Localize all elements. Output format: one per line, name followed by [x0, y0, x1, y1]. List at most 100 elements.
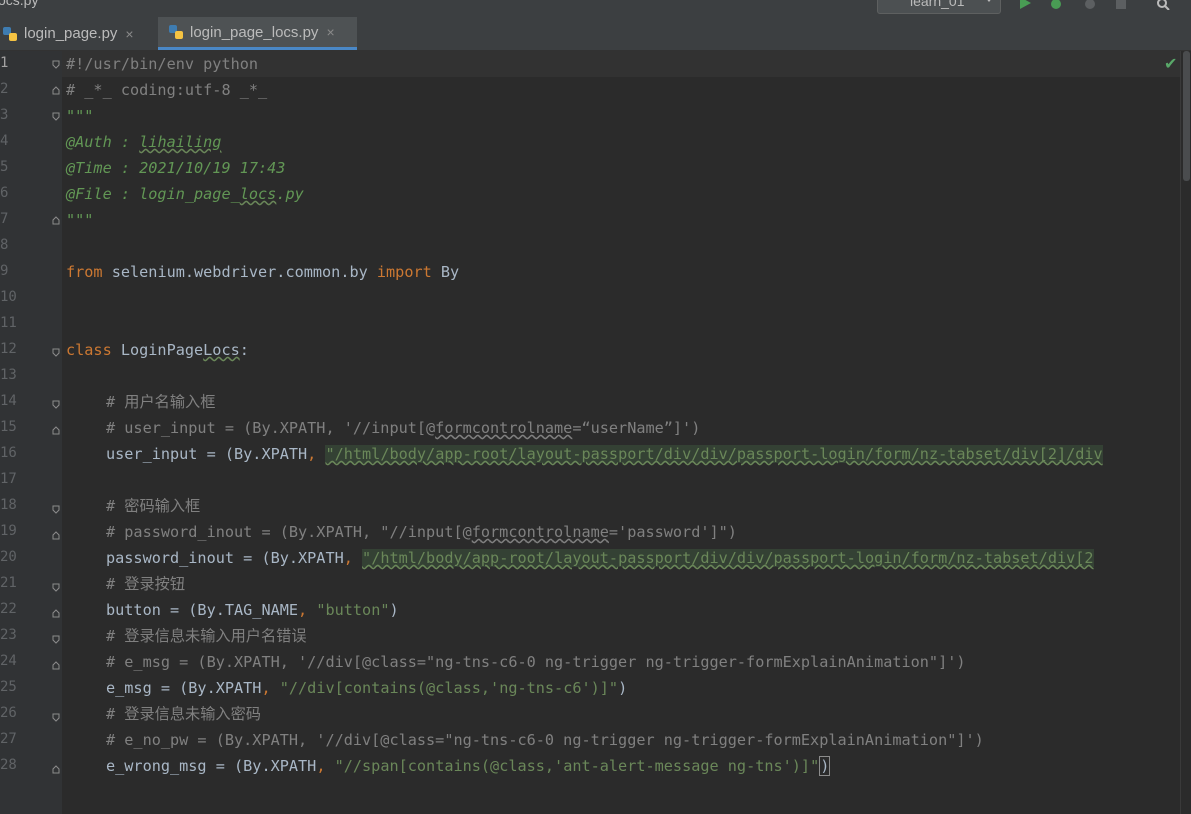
code-line[interactable]: # _*_ coding:utf-8 _*_ [66, 77, 267, 103]
string-literal: "//div[contains(@class,'ng-tns-c6')]" [279, 679, 619, 697]
tab-login-page[interactable]: login_page.py × [0, 17, 158, 50]
line-number: 3 [0, 107, 9, 123]
line-number: 18 [0, 497, 17, 513]
fold-marker-icon[interactable] [52, 713, 60, 722]
matched-bracket: ) [819, 756, 831, 776]
fold-marker-icon[interactable] [52, 661, 60, 670]
punctuation: , [307, 445, 326, 463]
code-line[interactable]: """ [66, 103, 93, 129]
search-icon[interactable] [1156, 0, 1170, 10]
line-number: 10 [0, 289, 17, 305]
string-literal: "button" [316, 601, 390, 619]
fold-marker-icon[interactable] [52, 583, 60, 592]
string-literal: "/html/body/app-root/layout-passport/div… [362, 549, 1094, 567]
line-number: 12 [0, 341, 17, 357]
chevron-down-icon [985, 0, 993, 2]
fold-marker-icon[interactable] [52, 765, 60, 774]
code-line[interactable]: from selenium.webdriver.common.by import… [66, 259, 459, 285]
code-line[interactable]: # password_inout = (By.XPATH, "//input[@… [106, 519, 737, 545]
run-icon[interactable] [1018, 0, 1032, 10]
code-line[interactable]: e_wrong_msg = (By.XPATH, "//span[contain… [106, 753, 831, 779]
code-line[interactable]: user_input = (By.XPATH, "/html/body/app-… [106, 441, 1103, 467]
tab-login-page-locs[interactable]: login_page_locs.py × [158, 17, 357, 50]
fold-marker-icon[interactable] [52, 635, 60, 644]
line-number: 26 [0, 705, 17, 721]
code-line[interactable]: # 登录按钮 [106, 571, 185, 597]
comment-text: =“userName”]') [572, 419, 701, 437]
line-number: 7 [0, 211, 9, 227]
fold-marker-icon[interactable] [52, 216, 60, 225]
line-number: 28 [0, 757, 17, 773]
keyword: class [66, 341, 112, 359]
code-line[interactable]: @File : login_page_locs.py [66, 181, 304, 207]
fold-marker-icon[interactable] [52, 348, 60, 357]
close-icon[interactable]: × [326, 24, 334, 40]
code-line[interactable]: # 登录信息未输入用户名错误 [106, 623, 307, 649]
code-line[interactable]: # e_msg = (By.XPATH, '//div[@class="ng-t… [106, 649, 966, 675]
code-line[interactable]: # 用户名输入框 [106, 389, 215, 415]
run-configuration-label: learn_01 [910, 0, 965, 9]
line-number: 19 [0, 523, 17, 539]
typo-word: formcontrolname [471, 523, 609, 541]
line-number: 9 [0, 263, 9, 279]
docstring-text: @File : login_page_ [66, 185, 240, 203]
run-configuration-select[interactable]: learn_01 [877, 0, 1001, 14]
vertical-scrollbar[interactable] [1180, 51, 1191, 814]
code-text: selenium.webdriver.common.by [102, 263, 377, 281]
tab-label: login_page.py [24, 25, 118, 42]
debug-icon[interactable] [1049, 0, 1063, 10]
coverage-icon[interactable] [1083, 0, 1097, 10]
code-line[interactable]: """ [66, 207, 93, 233]
fold-marker-icon[interactable] [52, 505, 60, 514]
fold-marker-icon[interactable] [52, 426, 60, 435]
inspection-ok-icon[interactable]: ✔ [1164, 54, 1177, 73]
fold-marker-icon[interactable] [52, 60, 60, 69]
code-line[interactable]: button = (By.TAG_NAME, "button") [106, 597, 399, 623]
line-number: 2 [0, 81, 9, 97]
code-text: By [431, 263, 460, 281]
code-text: button = (By.TAG_NAME [106, 601, 299, 619]
fold-marker-icon[interactable] [52, 609, 60, 618]
line-number: 17 [0, 471, 17, 487]
comment-text: ='password']") [608, 523, 737, 541]
docstring-text: @Auth : [66, 133, 140, 151]
line-number: 21 [0, 575, 17, 591]
code-line[interactable]: # 密码输入框 [106, 493, 200, 519]
code-line[interactable]: @Time : 2021/10/19 17:43 [66, 155, 285, 181]
code-text: password_inout = (By.XPATH [106, 549, 344, 567]
python-file-icon [169, 25, 183, 39]
code-line[interactable]: # 登录信息未输入密码 [106, 701, 261, 727]
code-line[interactable]: password_inout = (By.XPATH, "/html/body/… [106, 545, 1094, 571]
line-number: 16 [0, 445, 17, 461]
close-icon[interactable]: × [125, 26, 133, 42]
line-number: 15 [0, 419, 17, 435]
punctuation: , [343, 549, 363, 567]
line-number: 4 [0, 133, 9, 149]
code-line[interactable]: e_msg = (By.XPATH, "//div[contains(@clas… [106, 675, 627, 701]
fold-marker-icon[interactable] [52, 112, 60, 121]
fold-marker-icon[interactable] [52, 400, 60, 409]
scrollbar-thumb[interactable] [1183, 51, 1190, 181]
python-file-icon [3, 26, 17, 41]
line-number: 23 [0, 627, 17, 643]
fold-marker-icon[interactable] [52, 86, 60, 95]
fold-marker-icon[interactable] [52, 531, 60, 540]
typo-word: Locs [203, 341, 240, 359]
typo-word: locs [239, 185, 277, 203]
code-text: e_wrong_msg = (By.XPATH [106, 757, 317, 775]
code-editor[interactable]: #!/usr/bin/env python # _*_ coding:utf-8… [62, 51, 1180, 814]
code-line[interactable]: @Auth : lihailing [66, 129, 221, 155]
punctuation: , [261, 679, 280, 697]
line-number: 8 [0, 237, 9, 253]
line-number: 20 [0, 549, 17, 565]
line-number: 14 [0, 393, 17, 409]
code-line[interactable]: #!/usr/bin/env python [66, 51, 258, 77]
window-title: ocs.py [0, 0, 39, 8]
code-line[interactable]: class LoginPageLocs: [66, 337, 249, 363]
code-line[interactable]: # user_input = (By.XPATH, '//input[@form… [106, 415, 700, 441]
stop-icon[interactable] [1114, 0, 1128, 10]
code-line[interactable]: # e_no_pw = (By.XPATH, '//div[@class="ng… [106, 727, 984, 753]
code-text: : [239, 341, 249, 359]
line-number: 1 [0, 55, 9, 71]
comment-text: # password_inout = (By.XPATH, "//input[@ [106, 523, 472, 541]
